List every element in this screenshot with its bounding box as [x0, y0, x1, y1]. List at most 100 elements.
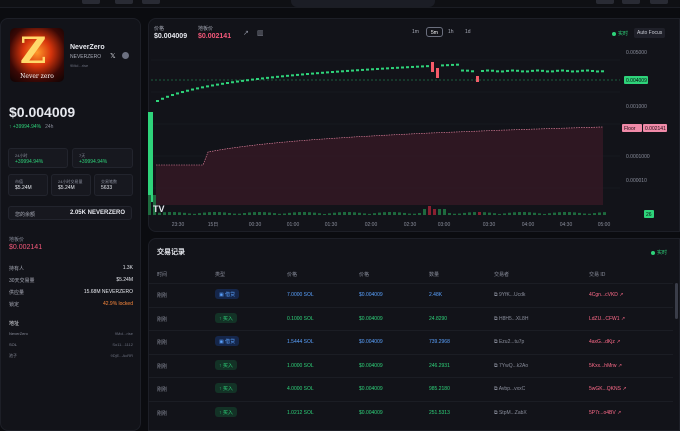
table-row[interactable]: 刚刚 ↑ 买入 0.1000 SOL $0.004009 24.8290 ⧉ H8H5..…: [149, 306, 673, 330]
trader-address[interactable]: ⧉ StpM...ZabX: [494, 410, 527, 416]
candle: [196, 87, 199, 90]
timeframe-1d[interactable]: 1d: [461, 27, 475, 37]
address-value[interactable]: 9Mcl...rise: [115, 331, 133, 336]
candle: [451, 63, 454, 66]
candle: [601, 70, 604, 73]
volume-bar: [308, 212, 311, 215]
volume-bar: [588, 213, 591, 215]
trader-address[interactable]: ⧉ Avbp...vxxC: [494, 386, 525, 392]
volume-bar: [558, 212, 561, 215]
stat-value: 5633: [101, 185, 113, 191]
tx-id-link[interactable]: 5Kxx...hMrw ↗: [589, 363, 622, 369]
table-row[interactable]: 刚刚 ▣ 借贷 1.5444 SOL $0.004009 739.2968 ⧉ Ezu2.…: [149, 330, 673, 353]
col-quantity: 数量: [429, 272, 440, 278]
address-value[interactable]: 9DjE...AcRR: [111, 353, 133, 358]
auto-focus-button[interactable]: Auto Focus: [634, 28, 666, 38]
draw-tool-icon[interactable]: ↗: [243, 29, 249, 37]
col-trader: 交易者: [494, 272, 510, 278]
address-value[interactable]: So11...1112: [112, 342, 133, 347]
top-nav-link[interactable]: [115, 0, 133, 4]
tx-id-text: 5wGK...QKNS: [589, 386, 621, 392]
volume-bar: [418, 213, 421, 215]
price-chart[interactable]: 0.005000 0.001000 0.0001000 0.000010 0.00400…: [148, 40, 680, 232]
x-tick-label: 00:30: [249, 222, 262, 228]
candle: [276, 75, 279, 78]
table-row[interactable]: 刚刚 ↑ 买入 1.0000 SOL $0.004009 246.2931 ⧉ 7YwQ.…: [149, 353, 673, 377]
candle: [356, 69, 359, 72]
trade-sol-amount: 4.0000 SOL: [287, 386, 314, 392]
balance-label: 您的余额: [15, 212, 36, 218]
timeframe-5m[interactable]: 5m: [426, 27, 443, 37]
volume-bar: [593, 213, 596, 215]
col-price-usd: 价格: [359, 272, 370, 278]
trader-address[interactable]: ⧉ 7YwQ...k2Ao: [494, 363, 528, 369]
tx-id-link[interactable]: 5wGK...QKNS ↗: [589, 386, 627, 392]
token-price: $0.004009: [9, 104, 76, 120]
trade-quantity: 251.5313: [429, 409, 450, 416]
volume-bar: [393, 212, 396, 215]
trader-address-text: H8H5...XL8H: [498, 315, 529, 322]
volume-bar: [443, 209, 446, 215]
address-row-token[interactable]: NeverZero 9Mcl...rise: [9, 331, 133, 336]
candle: [341, 70, 344, 73]
volume-bar: [388, 212, 391, 215]
tx-id-link[interactable]: LdZU...CFW1 ↗: [589, 316, 625, 322]
info-value: $5.24M: [116, 277, 133, 283]
address-key: 池子: [9, 353, 17, 358]
timeframe-1m[interactable]: 1m: [408, 27, 423, 37]
volume-bar: [233, 213, 236, 215]
telegram-icon[interactable]: [122, 52, 129, 59]
x-social-icon[interactable]: 𝕏: [110, 52, 116, 60]
address-row-sol[interactable]: SOL So11...1112: [9, 342, 133, 347]
tx-id-link[interactable]: 4axG...dKjz ↗: [589, 339, 620, 345]
timeframe-1h[interactable]: 1h: [444, 27, 458, 37]
top-nav-link[interactable]: [142, 0, 160, 4]
volume-bar: [203, 212, 206, 215]
volume-bar: [183, 212, 186, 215]
volume-bar: [368, 213, 371, 215]
tx-id-text: 5Kxx...hMrw: [589, 362, 617, 369]
volume-bar: [268, 212, 271, 215]
floor-price-label: 地板价: [9, 237, 25, 243]
trade-time: 刚刚: [157, 340, 168, 346]
candle: [506, 69, 509, 72]
token-logo-caption: Never zero: [20, 73, 54, 80]
tx-id-text: 4axG...dKjz: [589, 339, 615, 345]
tx-id-link[interactable]: 5P7r...o4BV ↗: [589, 410, 621, 416]
candle: [431, 62, 434, 72]
top-nav-link[interactable]: [82, 0, 100, 4]
trade-type: 借贷: [225, 292, 236, 298]
candle: [411, 65, 414, 68]
volume-bar: [353, 212, 356, 215]
trade-sol-amount: 1.0000 SOL: [287, 362, 314, 369]
search-input[interactable]: [291, 0, 435, 7]
x-tick-label: 05:00: [598, 222, 611, 228]
trade-price: $0.004009: [359, 386, 383, 392]
trader-address[interactable]: ⧉ Ezu2...tu7p: [494, 339, 524, 345]
chart-type-icon[interactable]: ▥: [257, 29, 264, 37]
top-nav-link[interactable]: [622, 0, 640, 4]
candle: [391, 67, 394, 70]
trades-scrollbar[interactable]: [675, 283, 678, 319]
tx-id-link[interactable]: 4Cgn...cVKD ↗: [589, 292, 624, 298]
volume-bar: [288, 212, 291, 215]
table-row[interactable]: 刚刚 ▣ 借贷 7.0000 SOL $0.004009 2.48K ⧉ 9YfK...U…: [149, 283, 673, 306]
top-nav-link[interactable]: [650, 0, 668, 4]
table-row[interactable]: 刚刚 ↑ 买入 4.0000 SOL $0.004009 985.2180 ⧉ Avbp.…: [149, 377, 673, 400]
info-key: 持有人: [9, 266, 25, 272]
candle: [381, 67, 384, 70]
address-row-pool[interactable]: 池子 9DjE...AcRR: [9, 353, 133, 359]
trades-live-indicator: 实时: [651, 249, 667, 256]
candle: [201, 86, 204, 89]
volume-bar: [603, 212, 606, 215]
candle: [401, 66, 404, 69]
balance-value: 2.05K NEVERZERO: [69, 210, 125, 216]
table-row[interactable]: 刚刚 ↑ 买入 1.0212 SOL $0.004009 251.5313 ⧉ StpM.…: [149, 400, 673, 424]
candle: [511, 69, 514, 72]
token-address[interactable]: 9Mcl...rise: [70, 63, 88, 68]
volume-bar: [528, 212, 531, 215]
trader-address[interactable]: ⧉ H8H5...XL8H: [494, 316, 528, 322]
trade-type-badge: ↑ 买入: [215, 383, 237, 393]
trader-address[interactable]: ⧉ 9YfK...Ucdk: [494, 292, 525, 298]
top-nav-link[interactable]: [596, 0, 614, 4]
